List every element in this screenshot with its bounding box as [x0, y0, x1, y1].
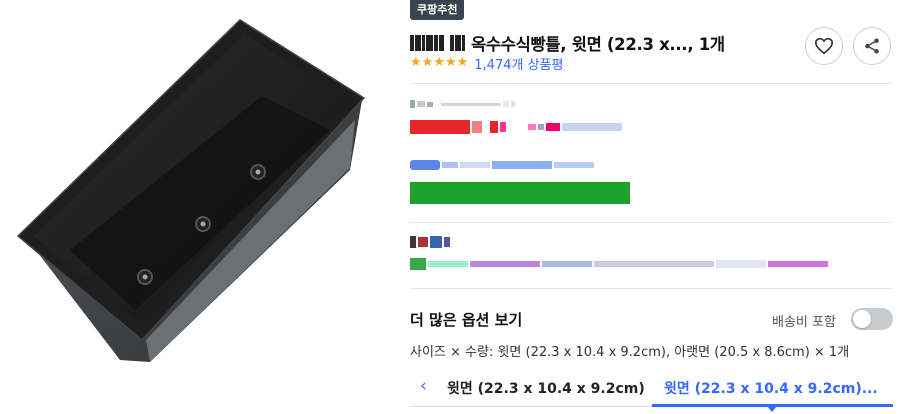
product-title: 옥수수식빵틀, 윗면 (22.3 x..., 1개 — [471, 35, 725, 54]
original-price-obscured — [410, 100, 515, 108]
star-icon: ★ — [444, 55, 457, 70]
toggle-knob — [853, 310, 871, 328]
product-info-panel: 쿠팡추천 옥수수식빵틀, 윗면 (22.3 x..., 1개 ★ ★ ★ ★ ★… — [410, 0, 903, 414]
product-image — [0, 0, 390, 414]
active-tab-arrow-icon — [767, 406, 777, 412]
bread-pan-illustration — [16, 19, 366, 362]
brand-name-obscured — [410, 35, 465, 51]
divider — [410, 222, 892, 223]
star-icon: ★ — [433, 55, 445, 70]
chevron-left-icon[interactable]: ‹ — [420, 376, 427, 396]
option-tab-1[interactable]: 윗면 (22.3 x 10.4 x 9.2cm) — [447, 378, 645, 398]
shipping-included-label: 배송비 포함 — [772, 315, 836, 330]
more-options-title: 더 많은 옵션 보기 — [410, 311, 523, 329]
rating-row[interactable]: ★ ★ ★ ★ ★ 1,474개 상품평 — [410, 54, 563, 73]
wishlist-button[interactable] — [805, 27, 843, 65]
option-tab-2-selected[interactable]: 윗면 (22.3 x 10.4 x 9.2cm)... — [664, 378, 878, 398]
divider — [410, 83, 892, 84]
sale-price-obscured — [410, 120, 622, 134]
shipping-included-toggle[interactable] — [851, 308, 893, 330]
rating-stars: ★ ★ ★ ★ ★ — [410, 56, 468, 70]
divider — [410, 288, 892, 289]
option-tabs: ‹ 윗면 (22.3 x 10.4 x 9.2cm) 윗면 (22.3 x 10… — [410, 370, 893, 412]
star-icon: ★ — [421, 55, 434, 70]
promo-bar-obscured — [410, 182, 630, 204]
star-icon: ★ — [456, 55, 469, 70]
coupang-recommend-badge: 쿠팡추천 — [410, 0, 465, 20]
heart-outline-icon — [814, 37, 834, 55]
seller-details-obscured — [410, 258, 828, 270]
product-title-row: 옥수수식빵틀, 윗면 (22.3 x..., 1개 — [410, 30, 800, 56]
review-count-link[interactable]: 1,474개 상품평 — [474, 54, 563, 73]
seller-info-obscured — [410, 236, 450, 248]
share-button[interactable] — [853, 27, 891, 65]
option-summary: 사이즈 × 수량: 윗면 (22.3 x 10.4 x 9.2cm), 아랫면 … — [410, 345, 850, 360]
delivery-info-obscured — [410, 160, 594, 170]
share-icon — [865, 38, 879, 54]
star-icon: ★ — [410, 55, 422, 70]
